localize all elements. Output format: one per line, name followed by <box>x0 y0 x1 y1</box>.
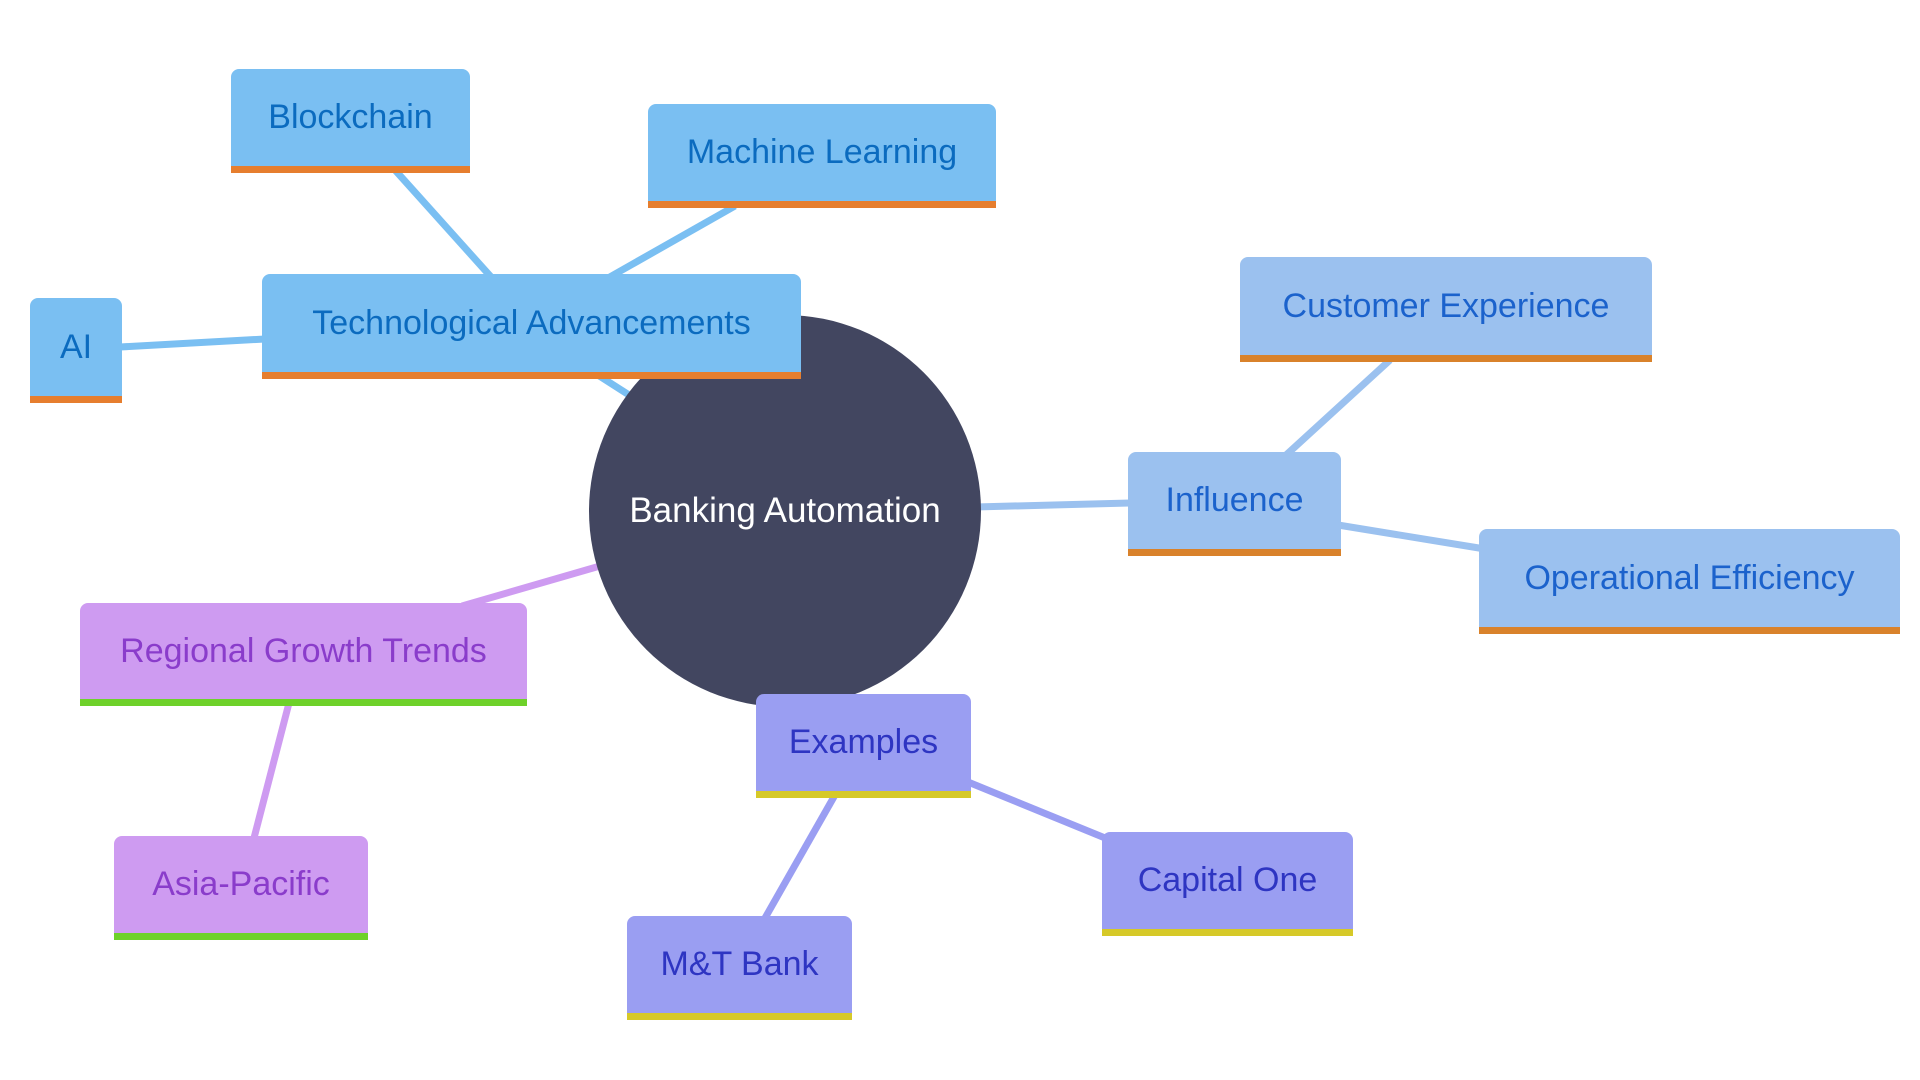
node-influence[interactable]: Influence <box>1128 452 1341 556</box>
node-accent-bar <box>262 372 801 379</box>
node-ai[interactable]: AI <box>30 298 122 403</box>
node-machine-learning[interactable]: Machine Learning <box>648 104 996 208</box>
edge-examples-mt <box>761 793 839 920</box>
node-blockchain[interactable]: Blockchain <box>231 69 470 173</box>
node-accent-bar <box>627 1013 852 1020</box>
edge-examples-capone <box>966 778 1112 844</box>
node-accent-bar <box>231 166 470 173</box>
node-accent-bar <box>648 201 996 208</box>
node-asia-pacific[interactable]: Asia-Pacific <box>114 836 368 940</box>
node-regional-growth-trends[interactable]: Regional Growth Trends <box>80 603 527 706</box>
node-label: Technological Advancements <box>312 303 751 342</box>
node-label: Examples <box>788 723 939 761</box>
node-accent-bar <box>80 699 527 706</box>
node-capital-one[interactable]: Capital One <box>1102 832 1353 936</box>
edge-influence-cx <box>1282 357 1393 459</box>
edge-root-regional <box>461 562 601 610</box>
node-accent-bar <box>756 791 971 798</box>
node-label: Machine Learning <box>686 133 958 171</box>
node-label: Operational Efficiency <box>1524 558 1855 597</box>
edge-tech-blockchain <box>392 167 495 281</box>
edge-tech-ml <box>606 202 737 282</box>
node-label: Customer Experience <box>1282 286 1610 325</box>
node-accent-bar <box>1479 627 1900 634</box>
node-label: Influence <box>1165 481 1304 519</box>
root-label: Banking Automation <box>629 491 941 530</box>
node-accent-bar <box>30 396 122 403</box>
node-accent-bar <box>1240 355 1652 362</box>
node-label: Capital One <box>1137 861 1318 899</box>
node-accent-bar <box>1128 549 1341 556</box>
node-examples[interactable]: Examples <box>756 694 971 798</box>
node-label: M&T Bank <box>660 945 819 983</box>
edge-influence-opeff <box>1337 521 1486 553</box>
edge-regional-apac <box>250 702 293 839</box>
node-technological-advancements[interactable]: Technological Advancements <box>262 274 801 379</box>
node-accent-bar <box>1102 929 1353 936</box>
edge-tech-ai <box>119 335 266 351</box>
node-mt-bank[interactable]: M&T Bank <box>627 916 852 1020</box>
node-label: AI <box>59 327 93 366</box>
node-operational-efficiency[interactable]: Operational Efficiency <box>1479 529 1900 634</box>
edge-root-influence <box>974 499 1131 511</box>
node-label: Regional Growth Trends <box>120 631 487 670</box>
node-label: Asia-Pacific <box>152 865 330 903</box>
node-accent-bar <box>114 933 368 940</box>
node-customer-experience[interactable]: Customer Experience <box>1240 257 1652 362</box>
node-label: Blockchain <box>268 98 433 136</box>
